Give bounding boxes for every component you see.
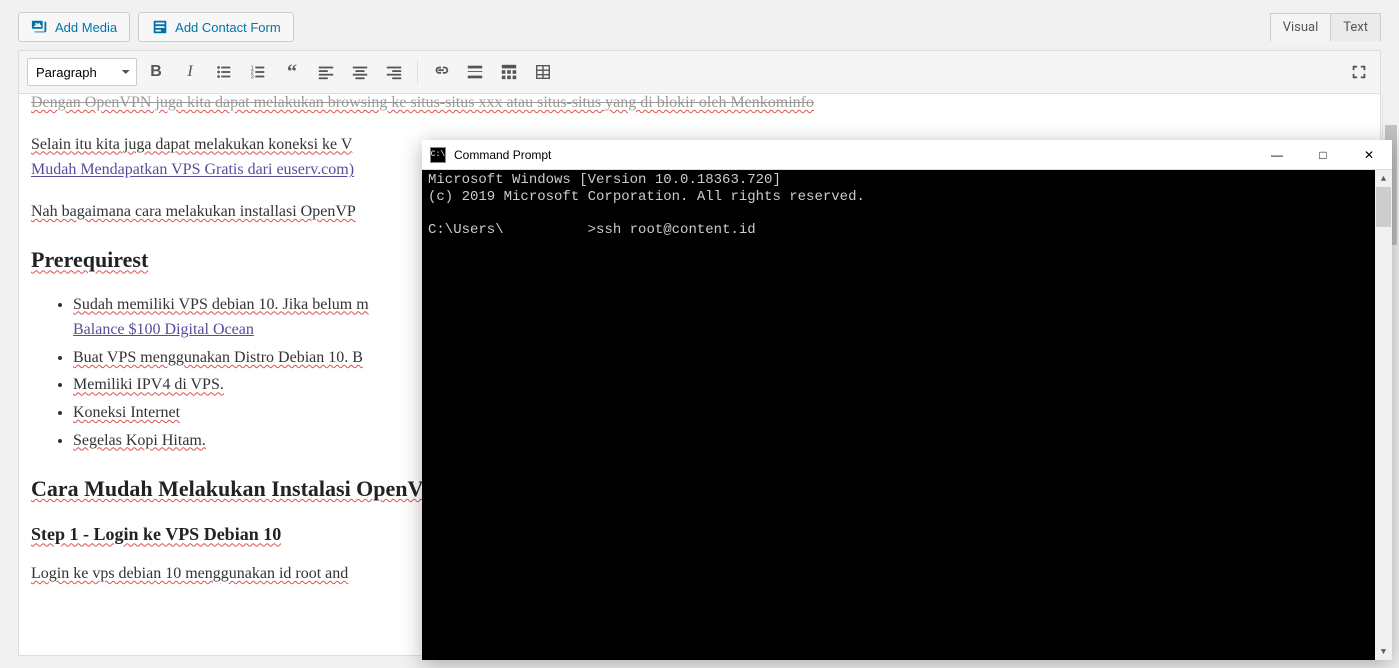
content-link-digitalocean[interactable]: Balance $100 Digital Ocean bbox=[73, 321, 254, 338]
svg-text:3: 3 bbox=[251, 74, 254, 80]
numbered-list-button[interactable]: 123 bbox=[243, 57, 273, 87]
content-p2: Nah bagaimana cara melakukan installasi … bbox=[31, 203, 356, 220]
readmore-button[interactable] bbox=[460, 57, 490, 87]
media-icon bbox=[31, 18, 49, 36]
cmd-scroll-down[interactable]: ▼ bbox=[1375, 643, 1392, 660]
cmd-close-button[interactable]: ✕ bbox=[1346, 140, 1392, 169]
content-h2-prereq: Prerequirest bbox=[31, 247, 148, 272]
cmd-scroll-up[interactable]: ▲ bbox=[1375, 170, 1392, 187]
content-p1a: Selain itu kita juga dapat melakukan kon… bbox=[31, 136, 352, 153]
italic-button[interactable]: I bbox=[175, 57, 205, 87]
bullet-list-button[interactable] bbox=[209, 57, 239, 87]
cmd-body[interactable]: Microsoft Windows [Version 10.0.18363.72… bbox=[422, 170, 1392, 660]
form-icon bbox=[151, 18, 169, 36]
cmd-minimize-button[interactable]: — bbox=[1254, 140, 1300, 169]
cmd-title-text: Command Prompt bbox=[454, 148, 1254, 162]
content-h3-step1: Step 1 - Login ke VPS Debian 10 bbox=[31, 524, 281, 544]
content-link-euserv[interactable]: Mudah Mendapatkan VPS Gratis dari euserv… bbox=[31, 161, 354, 178]
fullscreen-button[interactable] bbox=[1344, 57, 1374, 87]
content-p3: Login ke vps debian 10 menggunakan id ro… bbox=[31, 565, 348, 582]
cmd-icon: C:\ bbox=[430, 147, 446, 163]
content-h2-cara: Cara Mudah Melakukan Instalasi OpenV bbox=[31, 476, 423, 501]
add-contact-form-label: Add Contact Form bbox=[175, 20, 281, 35]
tab-text[interactable]: Text bbox=[1331, 13, 1381, 41]
blockquote-button[interactable]: “ bbox=[277, 57, 307, 87]
cmd-scrollbar[interactable]: ▲ ▼ bbox=[1375, 170, 1392, 660]
editor-toolbar: Paragraph B I 123 “ bbox=[18, 50, 1381, 94]
format-select[interactable]: Paragraph bbox=[27, 58, 137, 86]
cmd-scroll-thumb[interactable] bbox=[1376, 187, 1391, 227]
editor-tabs: Visual Text bbox=[1270, 13, 1381, 41]
link-button[interactable] bbox=[426, 57, 456, 87]
cmd-titlebar[interactable]: C:\ Command Prompt — □ ✕ bbox=[422, 140, 1392, 170]
command-prompt-window: C:\ Command Prompt — □ ✕ Microsoft Windo… bbox=[422, 140, 1392, 660]
add-media-button[interactable]: Add Media bbox=[18, 12, 130, 42]
tab-visual[interactable]: Visual bbox=[1270, 13, 1332, 41]
toolbar-toggle-button[interactable] bbox=[494, 57, 524, 87]
content-line-partial: Dengan OpenVPN juga kita dapat melakukan… bbox=[31, 94, 814, 111]
add-contact-form-button[interactable]: Add Contact Form bbox=[138, 12, 294, 42]
align-right-button[interactable] bbox=[379, 57, 409, 87]
table-button[interactable] bbox=[528, 57, 558, 87]
bold-button[interactable]: B bbox=[141, 57, 171, 87]
cmd-maximize-button[interactable]: □ bbox=[1300, 140, 1346, 169]
add-media-label: Add Media bbox=[55, 20, 117, 35]
align-left-button[interactable] bbox=[311, 57, 341, 87]
align-center-button[interactable] bbox=[345, 57, 375, 87]
toolbar-separator bbox=[417, 60, 418, 84]
